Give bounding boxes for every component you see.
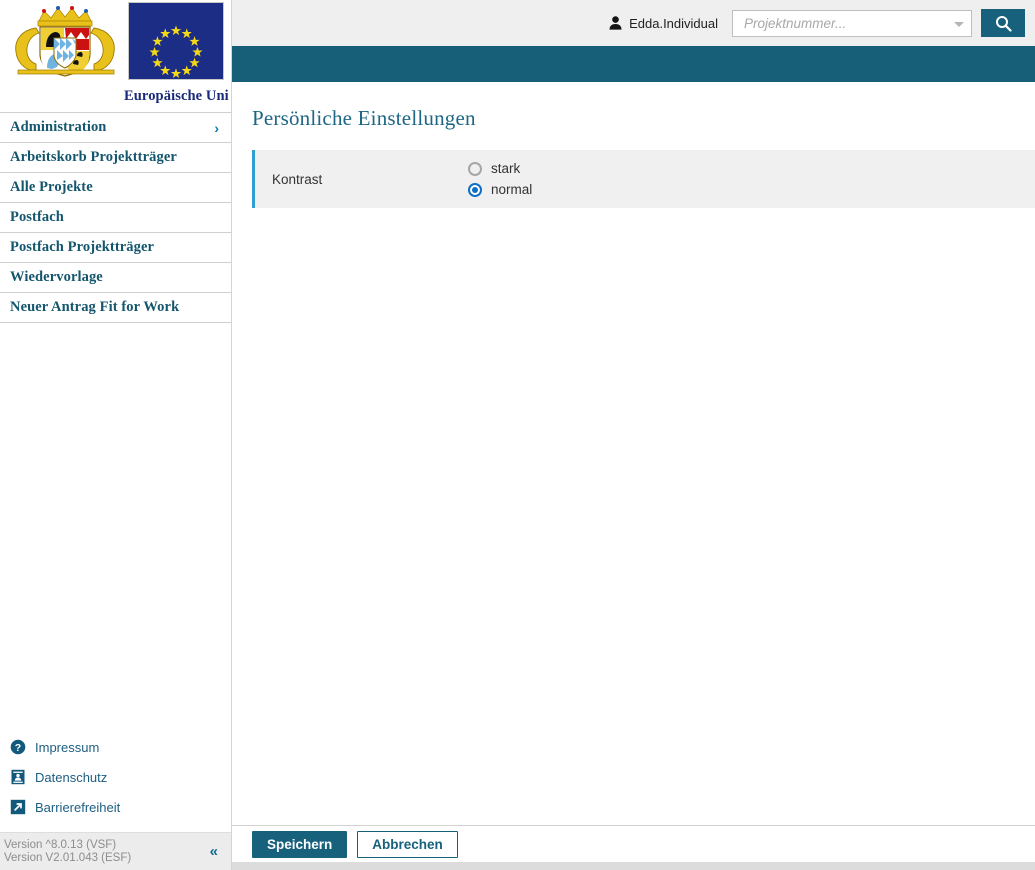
save-button[interactable]: Speichern xyxy=(252,830,348,858)
radio-option-normal[interactable]: normal xyxy=(468,182,532,197)
european-union-flag-icon xyxy=(128,2,224,80)
action-bar: Speichern Abbrechen xyxy=(232,825,1035,862)
radio-option-stark[interactable]: stark xyxy=(468,161,532,176)
chevron-right-icon: › xyxy=(214,119,219,136)
version-line-esf: Version V2.01.043 (ESF) xyxy=(4,851,132,864)
bottom-strip xyxy=(232,862,1035,870)
kontrast-radio-group: stark normal xyxy=(468,161,532,197)
content-area: Persönliche Einstellungen Kontrast stark… xyxy=(232,82,1035,825)
footer-link-label: Datenschutz xyxy=(35,769,108,785)
accessibility-arrow-icon xyxy=(10,799,26,815)
sidebar-item-administration[interactable]: Administration › xyxy=(0,113,231,143)
project-search-field[interactable] xyxy=(732,9,972,37)
sidebar-item-neuer-antrag-fit-for-work[interactable]: Neuer Antrag Fit for Work xyxy=(0,293,231,323)
sidebar-item-label: Wiedervorlage xyxy=(10,269,103,285)
bavaria-coat-of-arms-icon xyxy=(8,2,123,80)
search-icon xyxy=(995,15,1012,32)
eu-label: Europäische Uni xyxy=(124,88,229,104)
version-info: Version ^8.0.13 (VSF) Version V2.01.043 … xyxy=(4,839,131,865)
version-line-vsf: Version ^8.0.13 (VSF) xyxy=(4,838,117,851)
sidebar-item-postfach[interactable]: Postfach xyxy=(0,203,231,233)
kontrast-field-label: Kontrast xyxy=(272,171,323,187)
footer-link-impressum[interactable]: ? Impressum xyxy=(10,732,231,762)
search-button[interactable] xyxy=(981,9,1025,37)
sidebar-item-postfach-projekttraeger[interactable]: Postfach Projektträger xyxy=(0,233,231,263)
sidebar-item-label: Postfach xyxy=(10,209,64,225)
footer-link-datenschutz[interactable]: Datenschutz xyxy=(10,762,231,792)
sidebar-item-wiedervorlage[interactable]: Wiedervorlage xyxy=(0,263,231,293)
sidebar: Europäische Uni Administration › Arbeits… xyxy=(0,0,232,870)
teal-banner-bar xyxy=(232,46,1035,82)
privacy-document-icon xyxy=(11,769,25,785)
footer-link-barrierefreiheit[interactable]: Barrierefreiheit xyxy=(10,792,231,822)
search-input[interactable] xyxy=(742,14,946,32)
main-area: Edda.Individual Persönliche Einstellunge… xyxy=(232,0,1035,870)
person-icon xyxy=(609,16,622,30)
sidebar-item-alle-projekte[interactable]: Alle Projekte xyxy=(0,173,231,203)
sidebar-item-label: Arbeitskorb Projektträger xyxy=(10,149,177,165)
svg-text:?: ? xyxy=(15,742,21,754)
branding-area: Europäische Uni xyxy=(0,0,231,112)
sidebar-item-label: Administration xyxy=(10,119,107,135)
footer-link-label: Impressum xyxy=(35,739,100,755)
sidebar-footer-links: ? Impressum Datenschutz Barrierefreiheit xyxy=(0,732,231,832)
radio-option-label: normal xyxy=(491,182,533,197)
footer-link-label: Barrierefreiheit xyxy=(35,799,121,815)
page-title: Persönliche Einstellungen xyxy=(252,106,476,130)
top-bar: Edda.Individual xyxy=(232,0,1035,46)
radio-option-label: stark xyxy=(491,161,521,176)
question-circle-icon: ? xyxy=(10,739,26,755)
sidebar-navigation: Administration › Arbeitskorb Projektträg… xyxy=(0,112,231,323)
radio-circle-selected-icon xyxy=(468,182,482,197)
settings-form-row: Kontrast stark normal xyxy=(252,150,1035,208)
sidebar-item-label: Neuer Antrag Fit for Work xyxy=(10,299,180,315)
user-name-label: Edda.Individual xyxy=(629,15,718,31)
user-account[interactable]: Edda.Individual xyxy=(609,16,718,31)
sidebar-item-arbeitskorb-projekttraeger[interactable]: Arbeitskorb Projektträger xyxy=(0,143,231,173)
sidebar-collapse-button[interactable]: « xyxy=(210,843,218,860)
sidebar-item-label: Alle Projekte xyxy=(10,179,93,195)
sidebar-item-label: Postfach Projektträger xyxy=(10,239,155,255)
radio-circle-icon xyxy=(468,161,482,176)
chevron-down-icon[interactable] xyxy=(954,21,964,27)
version-bar: Version ^8.0.13 (VSF) Version V2.01.043 … xyxy=(0,832,231,870)
cancel-button[interactable]: Abbrechen xyxy=(357,830,458,858)
application-window: Europäische Uni Administration › Arbeits… xyxy=(0,0,1035,870)
